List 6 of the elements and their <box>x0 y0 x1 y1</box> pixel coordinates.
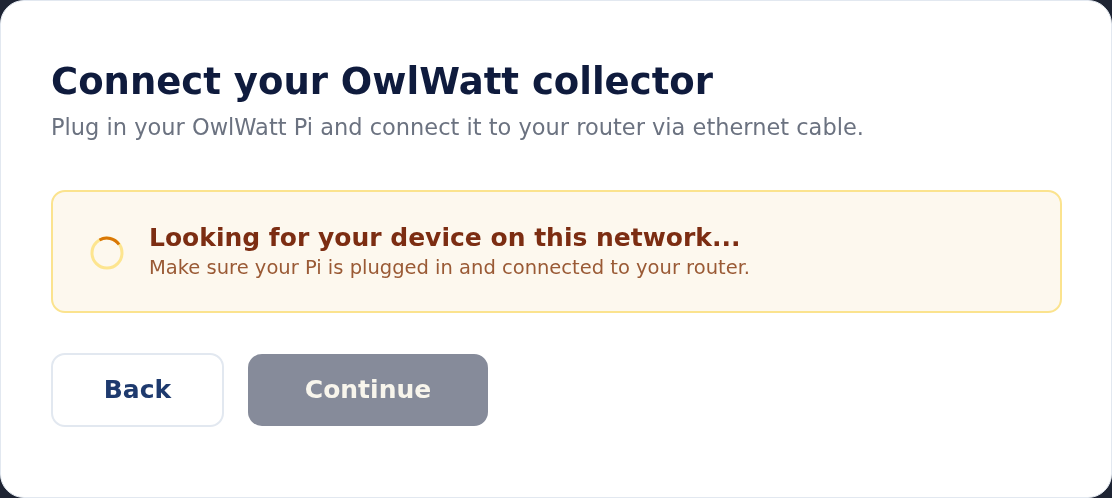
status-message: Make sure your Pi is plugged in and connected to your router. <box>149 254 751 281</box>
loading-spinner-icon <box>89 234 125 271</box>
back-button[interactable]: Back <box>51 353 224 427</box>
dialog-title: Connect your OwlWatt collector <box>51 59 714 105</box>
status-title: Looking for your device on this network... <box>149 221 742 254</box>
dialog-subtitle: Plug in your OwlWatt Pi and connect it to your router via ethernet cable. <box>51 113 865 142</box>
